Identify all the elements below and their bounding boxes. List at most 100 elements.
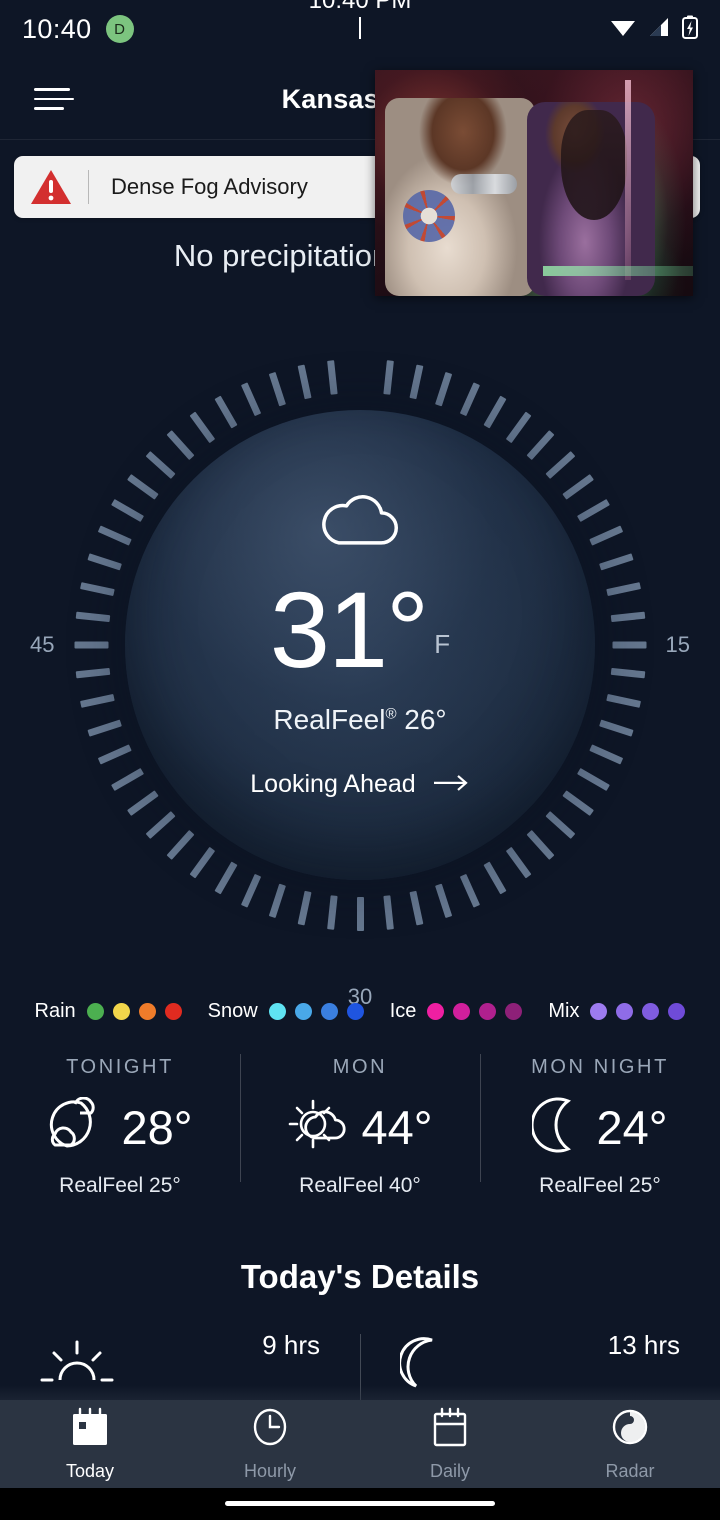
realfeel-value: 26° xyxy=(404,704,447,736)
legend-dot xyxy=(427,1003,445,1020)
legend-group-mix: Mix xyxy=(548,1000,686,1023)
dial-tick xyxy=(240,873,261,908)
realfeel-row: RealFeel® 26° xyxy=(125,704,595,736)
legend-dot xyxy=(320,1003,338,1020)
hamburger-menu-icon[interactable] xyxy=(34,85,74,113)
forecast-realfeel: RealFeel 25° xyxy=(59,1174,181,1197)
precipitation-legend: Rain Snow Ice Mix xyxy=(0,1000,720,1023)
legend-label: Ice xyxy=(389,1000,417,1022)
dial-tick xyxy=(544,811,575,839)
calendar-icon xyxy=(429,1406,471,1453)
dial-tick xyxy=(434,883,452,919)
pip-hair xyxy=(561,110,627,220)
legend-label: Mix xyxy=(548,1000,580,1022)
dial-tick xyxy=(459,382,480,417)
dial-tick xyxy=(268,883,286,919)
battery-charging-icon xyxy=(682,15,698,44)
dial-scale-45: 45 xyxy=(30,632,55,657)
dial-tick xyxy=(145,451,176,479)
legend-dot xyxy=(453,1003,471,1020)
forecast-card-mon[interactable]: MON 44° RealFeel 40° xyxy=(240,1048,480,1197)
dial-tick xyxy=(213,395,238,429)
pip-person-left xyxy=(385,98,535,296)
dial-tick xyxy=(382,360,394,395)
legend-dot xyxy=(479,1003,497,1020)
dial-tick xyxy=(526,430,554,461)
dial-tick xyxy=(145,811,176,839)
dial-tick xyxy=(75,611,110,623)
dial-tick xyxy=(74,641,108,649)
nav-item-today[interactable]: Today xyxy=(0,1400,180,1488)
dial-tick xyxy=(482,395,507,429)
legend-label: Snow xyxy=(207,1000,258,1022)
nav-item-radar[interactable]: Radar xyxy=(540,1400,720,1488)
legend-dot xyxy=(86,1003,104,1020)
dial-tick xyxy=(544,451,575,479)
legend-dot xyxy=(164,1003,182,1020)
dial-tick xyxy=(79,693,115,708)
current-conditions-dial[interactable]: 10:40 PM 45 15 30 31° F RealFeel® 26° Lo… xyxy=(30,0,690,1009)
dial-tick xyxy=(326,895,338,930)
cellular-signal-icon xyxy=(648,17,670,42)
nav-item-daily[interactable]: Daily xyxy=(360,1400,540,1488)
warning-triangle-icon xyxy=(14,168,88,206)
legend-group-snow: Snow xyxy=(208,1000,364,1023)
dial-tick xyxy=(86,719,122,737)
moon-cloud-icon xyxy=(47,1096,107,1158)
legend-dot xyxy=(642,1003,660,1020)
forecast-summary-row: TONIGHT 28° RealFeel 25° MON 44° RealFee… xyxy=(0,1048,720,1197)
dial-tick xyxy=(189,411,215,444)
sun-cloud-icon xyxy=(287,1097,347,1158)
legend-dot xyxy=(616,1003,634,1020)
pip-neon-light-vertical xyxy=(625,80,631,280)
looking-ahead-label: Looking Ahead xyxy=(250,770,416,799)
alert-divider xyxy=(88,170,89,204)
pip-neon-light-horizontal xyxy=(543,266,693,276)
alert-text: Dense Fog Advisory xyxy=(111,174,308,199)
forecast-card-tonight[interactable]: TONIGHT 28° RealFeel 25° xyxy=(0,1048,240,1197)
forecast-realfeel: RealFeel 40° xyxy=(299,1174,421,1197)
dial-tick xyxy=(505,846,531,879)
dial-tick xyxy=(526,829,554,860)
dial-tick xyxy=(75,667,110,679)
dial-tick xyxy=(598,719,634,737)
weather-app-screen: 10:40 D Kansas City Dense Fog Advisory N… xyxy=(0,0,720,1520)
clock-icon xyxy=(249,1406,291,1453)
legend-dot xyxy=(112,1003,130,1020)
dial-tick xyxy=(297,364,312,400)
dial-tick xyxy=(612,641,646,649)
realfeel-registered-mark: ® xyxy=(385,705,397,723)
dial-tick xyxy=(268,371,286,407)
looking-ahead-button[interactable]: Looking Ahead xyxy=(125,770,595,799)
dial-tick xyxy=(408,890,423,926)
nav-label: Today xyxy=(65,1461,115,1481)
system-gesture-bar[interactable] xyxy=(0,1488,720,1520)
forecast-temperature: 28° xyxy=(121,1101,193,1154)
status-bar-icons xyxy=(610,15,698,44)
dial-tick xyxy=(605,582,641,597)
picture-in-picture-video-overlay[interactable] xyxy=(375,70,693,296)
dial-tick xyxy=(297,890,312,926)
dial-tick xyxy=(326,360,338,395)
dial-tick xyxy=(598,553,634,571)
dial-tick xyxy=(459,873,480,908)
radar-icon xyxy=(609,1406,651,1453)
legend-dot xyxy=(668,1003,686,1020)
legend-group-ice: Ice xyxy=(390,1000,523,1023)
dial-tick xyxy=(482,861,507,895)
dial-center-content: 31° F RealFeel® 26° Looking Ahead xyxy=(125,491,595,799)
nav-label: Daily xyxy=(429,1461,470,1481)
forecast-card-mon-night[interactable]: MON NIGHT 24° RealFeel 25° xyxy=(480,1048,720,1197)
dial-scale-15: 15 xyxy=(665,632,690,657)
dial-tick xyxy=(189,846,215,879)
forecast-temperature: 44° xyxy=(361,1101,433,1154)
dial-tick xyxy=(240,382,261,417)
detail-value: 9 hrs xyxy=(262,1330,320,1360)
todays-details-heading: Today's Details xyxy=(240,1258,480,1295)
dial-tick xyxy=(166,829,194,860)
nav-label: Hourly xyxy=(243,1461,296,1481)
dial-time-label: 10:40 PM xyxy=(308,0,412,14)
dial-tick xyxy=(356,897,364,931)
nav-item-hourly[interactable]: Hourly xyxy=(180,1400,360,1488)
forecast-temperature: 24° xyxy=(596,1101,668,1154)
